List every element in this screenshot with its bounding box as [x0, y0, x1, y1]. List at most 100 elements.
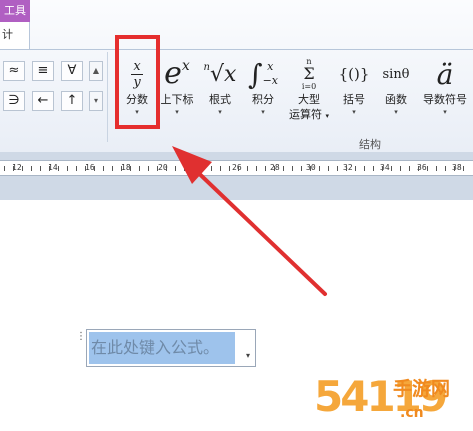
bracket-label: 括号 — [343, 93, 365, 106]
ruler-tick — [382, 166, 383, 171]
horizontal-ruler[interactable]: 12141618202426283032343638 — [0, 160, 473, 176]
integral-upper: x — [267, 60, 274, 73]
ruler-number: 26 — [232, 163, 242, 172]
integral-sign: ∫ — [247, 57, 263, 91]
ruler-tick — [58, 166, 59, 171]
ruler-tick — [229, 166, 230, 171]
ruler-tick — [22, 166, 23, 171]
chevron-down-icon: ▾ — [175, 108, 179, 116]
symbol-forall-button[interactable]: ∀ — [61, 61, 83, 81]
sigma-lower: i=0 — [301, 82, 317, 91]
integral-lower: −x — [262, 74, 278, 87]
equation-options-dropdown[interactable]: ▾ — [242, 348, 254, 364]
structures-group-label: 结构 — [359, 138, 381, 151]
symbol-approx-button[interactable]: ≈ — [3, 61, 25, 81]
integral-tool-button[interactable]: ∫ x −x 积分 ▾ — [241, 56, 285, 117]
ruler-tick — [49, 166, 50, 171]
design-tab[interactable]: 计 — [0, 22, 30, 50]
ruler-tick — [103, 166, 104, 171]
radical-label: 根式 — [209, 93, 231, 106]
gallery-more-button[interactable]: ▾ — [89, 91, 103, 111]
ruler-tick — [355, 166, 356, 171]
ruler-tick — [247, 166, 248, 171]
ruler-number: 32 — [343, 163, 353, 172]
large-operator-label-2: 运算符 ▾ — [288, 108, 329, 121]
ruler-tick — [418, 166, 419, 171]
watermark-site-name: 手游网 — [393, 378, 451, 400]
ruler-tick — [202, 166, 203, 171]
gallery-scroll-up-button[interactable]: ▲ — [89, 61, 103, 81]
accent-label: 导数符号 — [423, 93, 467, 106]
ruler-tick — [31, 166, 32, 171]
ruler-tick — [256, 166, 257, 171]
ruler-tick — [346, 166, 347, 171]
ruler-tick — [175, 166, 176, 171]
large-operator-tool-button[interactable]: n Σ i=0 大型 运算符 ▾ — [287, 56, 331, 124]
symbol-left-arrow-button[interactable]: ← — [32, 91, 54, 111]
ruler-tick — [436, 166, 437, 171]
ruler-tick — [319, 166, 320, 171]
ruler-tick — [148, 166, 149, 171]
ruler-tick — [265, 166, 266, 171]
ruler-tick — [112, 166, 113, 171]
function-label: 函数 — [385, 93, 407, 106]
superscript-icon: ex — [155, 56, 199, 92]
ruler-tick — [283, 166, 284, 171]
script-label: 上下标 — [160, 93, 194, 106]
function-tool-button[interactable]: sinθ 函数 ▾ — [374, 56, 418, 117]
ruler-tick — [373, 166, 374, 171]
radical-tool-button[interactable]: n √x 根式 ▾ — [198, 56, 242, 117]
accent-tool-button[interactable]: ä 导数符号 ▾ — [419, 56, 471, 117]
fraction-highlight-box — [115, 35, 160, 129]
ruler-tick — [211, 166, 212, 171]
equation-placeholder-text[interactable]: 在此处键入公式。 — [89, 332, 235, 364]
ruler-tick — [463, 166, 464, 171]
symbol-up-arrow-button[interactable]: ↑ — [61, 91, 83, 111]
bracket-tool-button[interactable]: {()} 括号 ▾ — [332, 56, 376, 117]
ruler-tick — [400, 166, 401, 171]
ruler-tick — [364, 166, 365, 171]
sigma-sign: Σ — [303, 64, 315, 83]
symbol-identical-button[interactable]: ≡ — [32, 61, 54, 81]
large-operator-label: 大型 — [298, 93, 320, 106]
group-separator — [107, 52, 108, 142]
ruler-tick — [130, 166, 131, 171]
ruler-tick — [40, 166, 41, 171]
ruler-tick — [301, 166, 302, 171]
chevron-down-icon: ▾ — [352, 108, 356, 116]
ruler-tick — [328, 166, 329, 171]
ruler-tick — [85, 166, 86, 171]
chevron-down-icon: ▾ — [443, 108, 447, 116]
bracket-icon: {()} — [338, 65, 370, 83]
ruler-tick — [292, 166, 293, 171]
script-sup: x — [181, 58, 190, 74]
chevron-down-icon: ▾ — [261, 108, 265, 116]
ruler-tick — [157, 166, 158, 171]
ruler-tick — [409, 166, 410, 171]
ruler-tick — [220, 166, 221, 171]
ruler-tick — [166, 166, 167, 171]
ruler-number: 24 — [196, 163, 206, 172]
sigma-icon: n Σ i=0 — [287, 56, 331, 92]
radical-body: √x — [210, 61, 237, 87]
ruler-tick — [445, 166, 446, 171]
ruler-tick — [391, 166, 392, 171]
integral-label: 积分 — [252, 93, 274, 106]
symbol-contains-button[interactable]: ∋ — [3, 91, 25, 111]
ruler-tick — [184, 166, 185, 171]
equation-move-handle[interactable]: ⋮ — [76, 331, 86, 343]
ruler-tick — [454, 166, 455, 171]
script-tool-button[interactable]: ex 上下标 ▾ — [155, 56, 199, 117]
accent-icon: ä — [436, 57, 454, 91]
ruler-tick — [337, 166, 338, 171]
watermark-domain: .cn — [400, 405, 424, 421]
tab-strip-divider — [30, 49, 473, 50]
ruler-tick — [427, 166, 428, 171]
ruler-tick — [139, 166, 140, 171]
ruler-tick — [94, 166, 95, 171]
ruler-tick — [67, 166, 68, 171]
ruler-tick — [121, 166, 122, 171]
script-base: e — [164, 56, 182, 91]
ruler-tick — [4, 166, 5, 171]
equation-tools-contextual-tab[interactable]: 工具 — [0, 0, 30, 22]
